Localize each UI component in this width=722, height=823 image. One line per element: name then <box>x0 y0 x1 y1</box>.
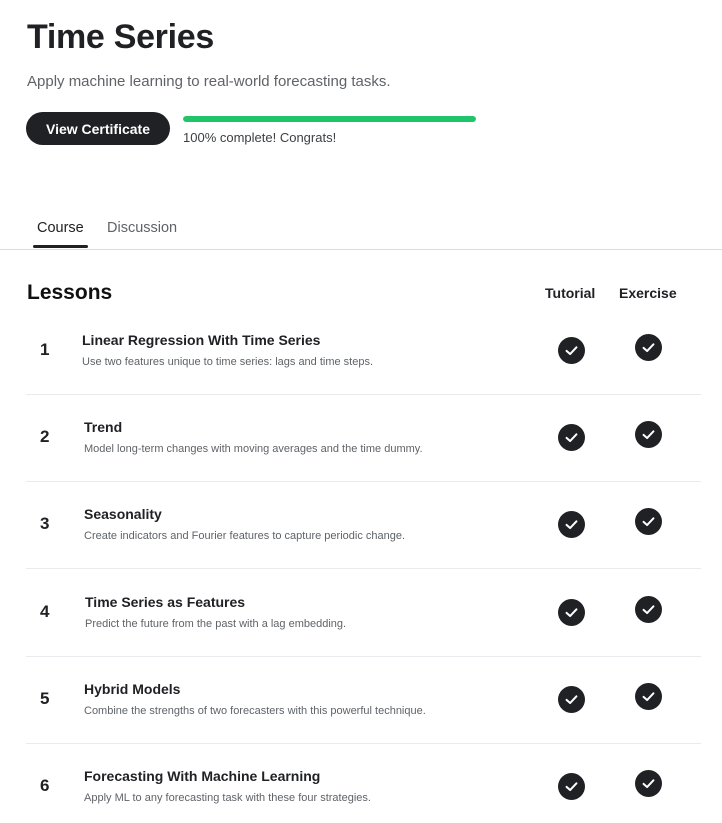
lesson-number: 3 <box>40 514 50 533</box>
lesson-title-link[interactable]: Linear Regression With Time Series <box>82 332 320 348</box>
lesson-description: Use two features unique to time series: … <box>82 356 374 368</box>
lesson-number: 1 <box>40 340 50 359</box>
tab-discussion[interactable]: Discussion <box>107 220 177 246</box>
exercise-check-icon[interactable] <box>635 770 662 797</box>
lesson-number: 2 <box>40 427 50 446</box>
lesson-title-link[interactable]: Trend <box>84 419 122 435</box>
exercise-column-header: Exercise <box>619 285 677 301</box>
lesson-number: 5 <box>40 689 50 708</box>
exercise-check-icon[interactable] <box>635 508 662 535</box>
lesson-description: Model long-term changes with moving aver… <box>84 443 423 455</box>
lesson-number: 4 <box>40 602 50 621</box>
exercise-check-icon[interactable] <box>635 683 662 710</box>
lesson-row: 3 Seasonality Create indicators and Four… <box>26 482 701 569</box>
lesson-row: 4 Time Series as Features Predict the fu… <box>26 570 701 657</box>
tutorial-check-icon[interactable] <box>558 424 585 451</box>
page-title: Time Series <box>27 18 214 56</box>
progress-bar <box>183 116 476 122</box>
lesson-title-link[interactable]: Hybrid Models <box>84 681 180 697</box>
tutorial-column-header: Tutorial <box>545 285 596 301</box>
lesson-description: Create indicators and Fourier features t… <box>84 530 406 542</box>
lesson-row: 1 Linear Regression With Time Series Use… <box>26 308 701 395</box>
lesson-title-link[interactable]: Time Series as Features <box>85 594 245 610</box>
progress-bar-fill <box>183 116 476 122</box>
tutorial-check-icon[interactable] <box>558 337 585 364</box>
lesson-title-link[interactable]: Seasonality <box>84 506 162 522</box>
tutorial-check-icon[interactable] <box>558 511 585 538</box>
tab-course[interactable]: Course <box>33 220 88 248</box>
course-subtitle: Apply machine learning to real-world for… <box>27 73 391 90</box>
lesson-row: 2 Trend Model long-term changes with mov… <box>26 395 701 482</box>
lessons-heading: Lessons <box>27 281 113 304</box>
lesson-row: 6 Forecasting With Machine Learning Appl… <box>26 744 701 823</box>
tutorial-check-icon[interactable] <box>558 599 585 626</box>
exercise-check-icon[interactable] <box>635 421 662 448</box>
tutorial-check-icon[interactable] <box>558 686 585 713</box>
lesson-number: 6 <box>40 776 50 795</box>
lesson-title-link[interactable]: Forecasting With Machine Learning <box>84 768 320 784</box>
exercise-check-icon[interactable] <box>635 334 662 361</box>
lesson-row: 5 Hybrid Models Combine the strengths of… <box>26 657 701 744</box>
course-tabs: Course Discussion <box>0 210 722 250</box>
course-page: Time Series Apply machine learning to re… <box>0 0 722 823</box>
tutorial-check-icon[interactable] <box>558 773 585 800</box>
lesson-description: Apply ML to any forecasting task with th… <box>84 792 371 804</box>
progress-status-text: 100% complete! Congrats! <box>183 130 337 145</box>
lesson-description: Combine the strengths of two forecasters… <box>84 705 426 717</box>
exercise-check-icon[interactable] <box>635 596 662 623</box>
lesson-description: Predict the future from the past with a … <box>85 618 347 630</box>
view-certificate-button[interactable]: View Certificate <box>26 112 170 145</box>
